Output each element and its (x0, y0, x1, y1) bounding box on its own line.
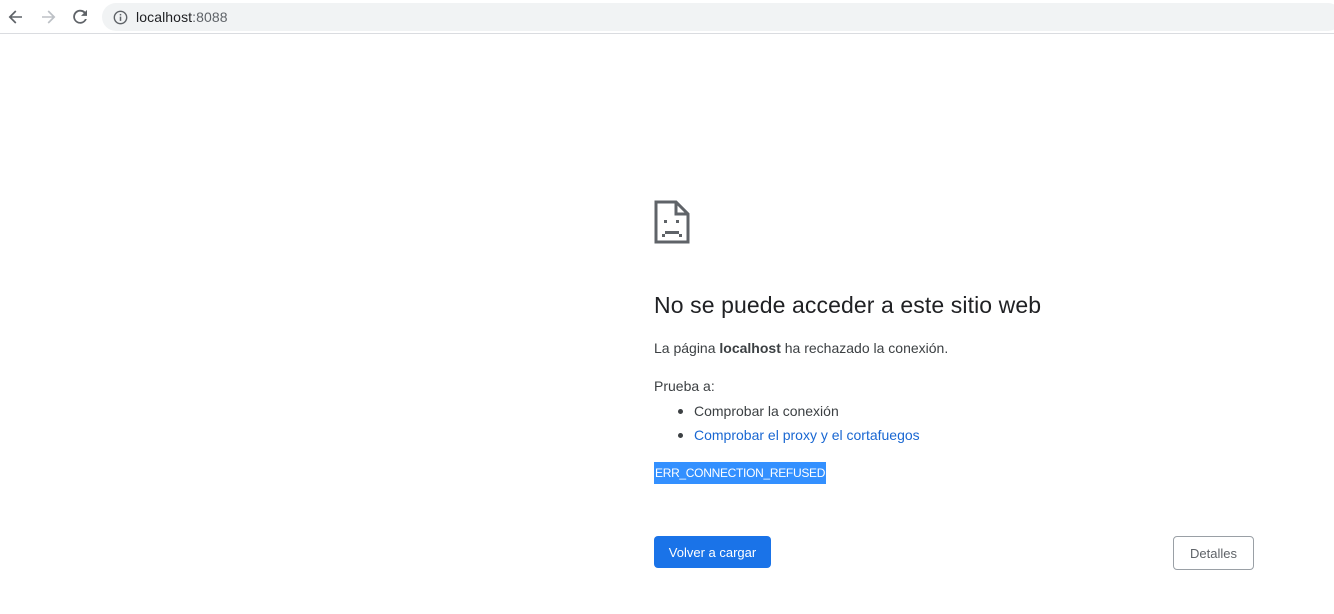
desc-suffix: ha rechazado la conexión. (780, 340, 949, 356)
browser-toolbar: localhost:8088 (0, 0, 1334, 34)
url-host: localhost (136, 9, 193, 25)
info-icon[interactable] (112, 9, 128, 25)
reload-button[interactable] (67, 4, 93, 30)
forward-arrow-icon (42, 10, 56, 24)
suggestion-label: Comprobar la conexión (694, 403, 839, 419)
url-text: localhost:8088 (136, 9, 228, 25)
details-button[interactable]: Detalles (1173, 536, 1254, 570)
back-button[interactable] (3, 4, 29, 30)
error-code: ERR_CONNECTION_REFUSED (654, 462, 827, 484)
reload-icon (73, 9, 87, 24)
try-label: Prueba a: (654, 378, 715, 394)
suggestion-check-proxy: Comprobar el proxy y el cortafuegos (678, 426, 920, 450)
page-title: No se puede acceder a este sitio web (654, 292, 1042, 318)
suggestion-check-connection: Comprobar la conexión (678, 402, 920, 426)
suggestion-list: Comprobar la conexión Comprobar el proxy… (678, 402, 920, 450)
proxy-firewall-link[interactable]: Comprobar el proxy y el cortafuegos (694, 427, 920, 443)
desc-host: localhost (719, 340, 781, 356)
back-arrow-icon (8, 10, 22, 24)
reload-page-button[interactable]: Volver a cargar (654, 536, 771, 568)
sad-document-icon (654, 200, 690, 244)
forward-button[interactable] (35, 4, 61, 30)
url-port: :8088 (192, 9, 228, 25)
address-bar[interactable]: localhost:8088 (102, 3, 1334, 31)
desc-prefix: La página (654, 340, 720, 356)
error-description: La página localhost ha rechazado la cone… (654, 340, 948, 356)
